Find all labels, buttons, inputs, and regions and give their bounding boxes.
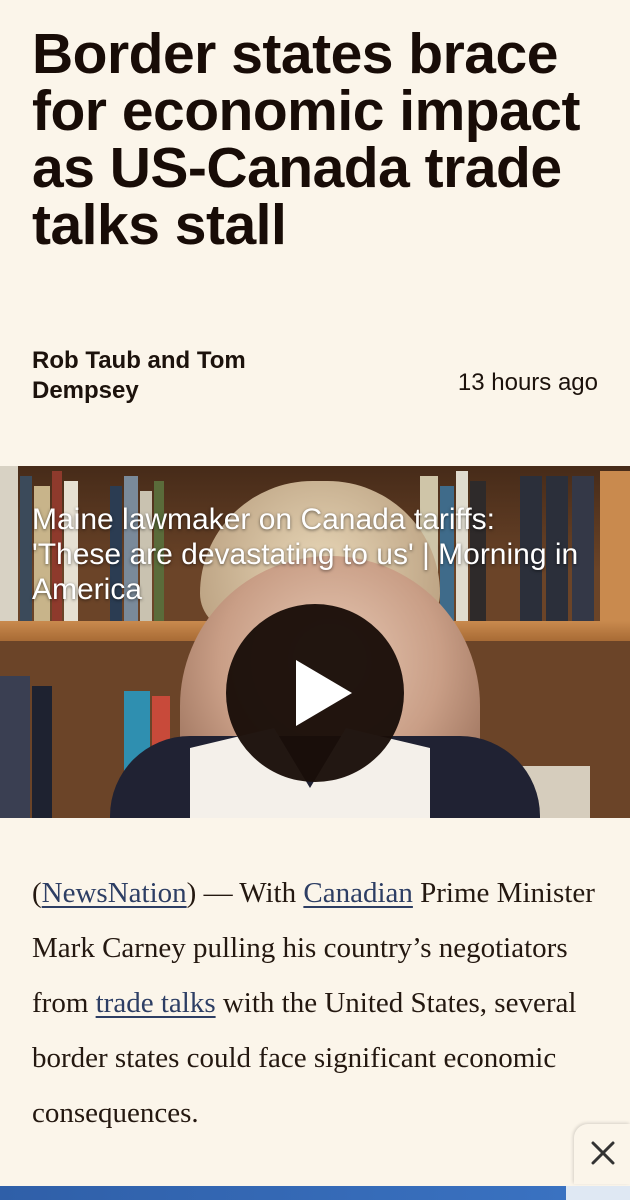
play-icon (296, 660, 352, 726)
video-title: Maine lawmaker on Canada tariffs: 'These… (32, 503, 579, 606)
video-player[interactable]: Maine lawmaker on Canada tariffs: 'These… (0, 466, 630, 818)
article-body: (NewsNation) — With Canadian Prime Minis… (32, 866, 602, 1141)
timestamp: 13 hours ago (457, 369, 598, 396)
book (32, 686, 52, 818)
canadian-link[interactable]: Canadian (303, 877, 413, 909)
close-icon (591, 1141, 615, 1165)
shelf-side (600, 471, 630, 621)
body-text: ) — With (186, 877, 304, 909)
paren-open: ( (32, 877, 42, 909)
article-headline: Border states brace for economic impact … (32, 22, 580, 257)
play-button[interactable] (226, 604, 404, 782)
byline[interactable]: Rob Taub and Tom Dempsey (32, 346, 322, 406)
book (0, 466, 18, 621)
book (0, 676, 30, 818)
ad-banner[interactable] (0, 1186, 630, 1200)
newsnation-link[interactable]: NewsNation (42, 877, 187, 909)
book (20, 476, 32, 621)
ad-badge[interactable] (566, 1186, 630, 1200)
close-ad-button[interactable] (574, 1124, 630, 1184)
trade-talks-link[interactable]: trade talks (96, 987, 216, 1019)
